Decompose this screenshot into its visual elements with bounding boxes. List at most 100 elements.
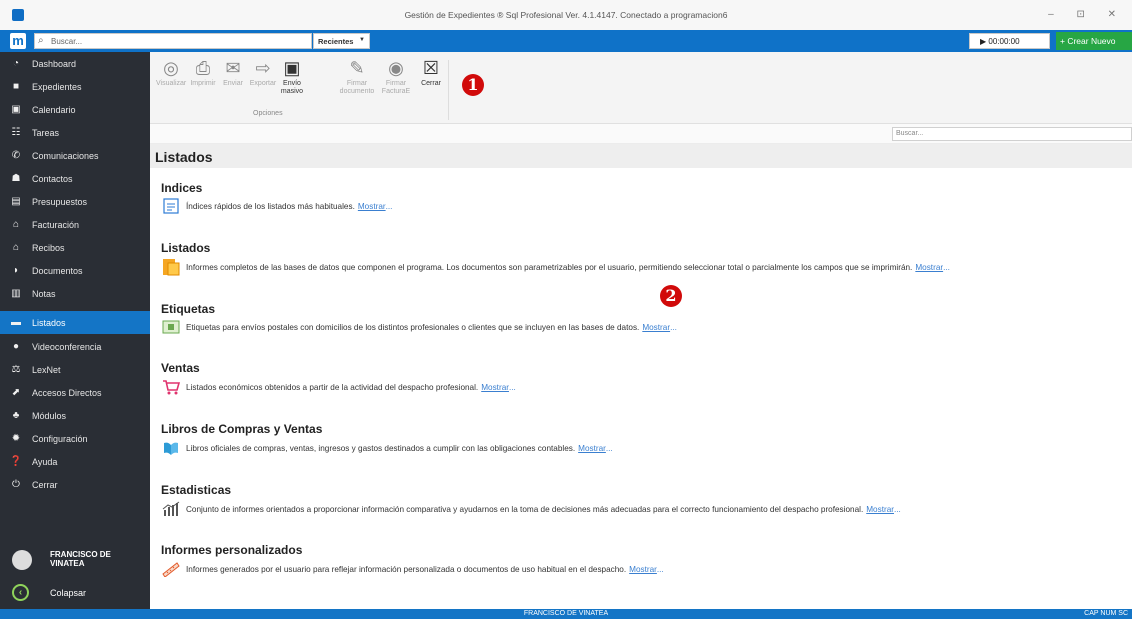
sidebar-item-facturacion[interactable]: ⌂ Facturación: [0, 213, 150, 236]
category-title-libros: Libros de Compras y Ventas: [161, 422, 323, 436]
sidebar-item-modulos[interactable]: ♣ Módulos: [0, 404, 150, 427]
collapse-label: Colapsar: [50, 588, 87, 598]
annotation-marker-2: 2: [660, 285, 682, 307]
video-icon: ●: [12, 341, 20, 352]
sidebar-item-recibos[interactable]: ⌂ Recibos: [0, 236, 150, 259]
eye-icon: ◎: [163, 58, 179, 78]
mail-icon: ✉: [225, 58, 241, 78]
dashboard-icon: ◔: [12, 58, 20, 69]
show-link-estadisticas[interactable]: Mostrar: [866, 505, 894, 514]
export-button[interactable]: ⇨ Exportar: [248, 58, 278, 88]
scales-icon: ⚖: [11, 364, 21, 375]
receipts-icon: ⌂: [12, 242, 20, 253]
sign-document-button[interactable]: ✎ Firmar documento: [338, 58, 376, 96]
sidebar-item-calendario[interactable]: ▣ Calendario: [0, 98, 150, 121]
sidebar-item-comunicaciones[interactable]: ✆ Comunicaciones: [0, 144, 150, 167]
visualize-button[interactable]: ◎ Visualizar: [156, 58, 186, 88]
sign-facturae-button[interactable]: ◉ Firmar FacturaE: [378, 58, 414, 96]
listados-icon: ▬: [11, 317, 21, 328]
search-icon: ⌕: [38, 35, 44, 46]
sidebar-item-tareas[interactable]: ☷ Tareas: [0, 121, 150, 144]
status-user: FRANCISCO DE VINATEA: [523, 610, 609, 617]
sidebar-item-listados[interactable]: ▬ Listados: [0, 311, 150, 334]
show-link-libros[interactable]: Mostrar: [578, 444, 606, 453]
stats-icon: [161, 500, 181, 518]
briefcase-icon: ■: [12, 81, 20, 92]
mass-mail-icon: ▣: [283, 58, 301, 78]
sidebar-item-presupuestos[interactable]: ▤ Presupuestos: [0, 190, 150, 213]
mass-send-button[interactable]: ▣ Envío masivo: [280, 58, 304, 96]
list-search-input[interactable]: Buscar...: [892, 127, 1132, 141]
ruler-icon: [161, 560, 181, 578]
sidebar-item-notas[interactable]: ▥ Notas: [0, 282, 150, 305]
show-link-personalizados[interactable]: Mostrar: [629, 565, 657, 574]
category-row-listados: Informes completos de las bases de datos…: [161, 258, 950, 276]
books-icon: [161, 439, 181, 457]
shortcut-icon: ⬈: [11, 387, 21, 398]
index-icon: [161, 197, 181, 215]
notes-icon: ▥: [11, 288, 21, 299]
listados-doc-icon: [161, 258, 181, 276]
user-name: FRANCISCO DE VINATEA: [50, 550, 111, 568]
sidebar-item-ayuda[interactable]: ❓ Ayuda: [0, 450, 150, 473]
billing-icon: ⌂: [12, 219, 20, 230]
show-link-ventas[interactable]: Mostrar: [481, 383, 509, 392]
label-icon: [161, 318, 181, 336]
cart-icon: [161, 378, 181, 396]
show-link-indices[interactable]: Mostrar: [358, 202, 386, 211]
show-link-etiquetas[interactable]: Mostrar: [642, 323, 670, 332]
documents-icon: ◗: [12, 265, 20, 276]
category-title-ventas: Ventas: [161, 361, 200, 375]
communications-icon: ✆: [11, 150, 21, 161]
modules-icon: ♣: [12, 410, 20, 421]
send-button[interactable]: ✉ Enviar: [220, 58, 246, 88]
sidebar-item-contactos[interactable]: ☗ Contactos: [0, 167, 150, 190]
recent-dropdown[interactable]: Recientes ▼: [313, 33, 370, 49]
sidebar-item-expedientes[interactable]: ■ Expedientes: [0, 75, 150, 98]
sign-document-icon: ✎: [349, 58, 365, 78]
sidebar-item-videoconferencia[interactable]: ● Videoconferencia: [0, 335, 150, 358]
chevron-left-icon: ‹: [12, 584, 29, 601]
category-row-libros: Libros oficiales de compras, ventas, ing…: [161, 439, 613, 457]
print-button[interactable]: ⎙ Imprimir: [188, 58, 218, 88]
category-row-indices: Índices rápidos de los listados más habi…: [161, 197, 392, 215]
printer-icon: ⎙: [195, 58, 211, 78]
collapse-button[interactable]: ‹ Colapsar: [0, 582, 150, 604]
ribbon-toolbar: ◎ Visualizar ⎙ Imprimir ✉ Enviar ⇨ Expor…: [150, 52, 1132, 124]
gear-icon: ✹: [11, 433, 21, 444]
window-titlebar: Gestión de Expedientes ® Sql Profesional…: [0, 0, 1132, 30]
timer-button[interactable]: ▶ 00:00:00: [969, 33, 1050, 49]
sidebar: ◔ Dashboard ■ Expedientes ▣ Calendario ☷ Tar…: [0, 52, 150, 619]
category-title-listados: Listados: [161, 241, 211, 255]
avatar: [12, 550, 32, 570]
sidebar-item-dashboard[interactable]: ◔ Dashboard: [0, 52, 150, 75]
keyboard-indicators: CAP NUM SC: [1084, 610, 1128, 617]
sidebar-item-cerrar[interactable]: ⏻ Cerrar: [0, 473, 150, 496]
filter-bar: Buscar...: [150, 124, 1132, 144]
category-title-indices: Indices: [161, 181, 203, 195]
page-title: Listados: [155, 149, 213, 165]
power-icon: ⏻: [12, 479, 20, 490]
close-button[interactable]: ☒ Cerrar: [416, 58, 446, 88]
contacts-icon: ☗: [11, 173, 21, 184]
global-search-input[interactable]: ⌕ Buscar...: [34, 33, 312, 49]
help-icon: ❓: [9, 456, 23, 467]
category-row-estadisticas: Conjunto de informes orientados a propor…: [161, 500, 901, 518]
sidebar-item-lexnet[interactable]: ⚖ LexNet: [0, 358, 150, 381]
sidebar-item-configuracion[interactable]: ✹ Configuración: [0, 427, 150, 450]
category-row-ventas: Listados económicos obtenidos a partir d…: [161, 378, 516, 396]
seal-icon: ◉: [388, 58, 404, 78]
create-new-button[interactable]: + Crear Nuevo: [1056, 32, 1132, 50]
annotation-marker-1: 1: [462, 74, 484, 96]
calendar-icon: ▣: [11, 104, 21, 115]
category-row-etiquetas: Etiquetas para envíos postales con domic…: [161, 318, 677, 336]
show-link-listados[interactable]: Mostrar: [915, 263, 943, 272]
recent-label: Recientes: [318, 37, 354, 46]
category-title-estadisticas: Estadisticas: [161, 483, 232, 497]
app-logo-icon[interactable]: m: [10, 33, 26, 49]
user-profile[interactable]: FRANCISCO DE VINATEA: [0, 542, 150, 582]
sidebar-item-accesos-directos[interactable]: ⬈ Accesos Directos: [0, 381, 150, 404]
sidebar-item-documentos[interactable]: ◗ Documentos: [0, 259, 150, 282]
window-controls[interactable]: – ⊡ ✕: [1048, 9, 1126, 20]
options-group-label: Opciones: [253, 110, 283, 117]
